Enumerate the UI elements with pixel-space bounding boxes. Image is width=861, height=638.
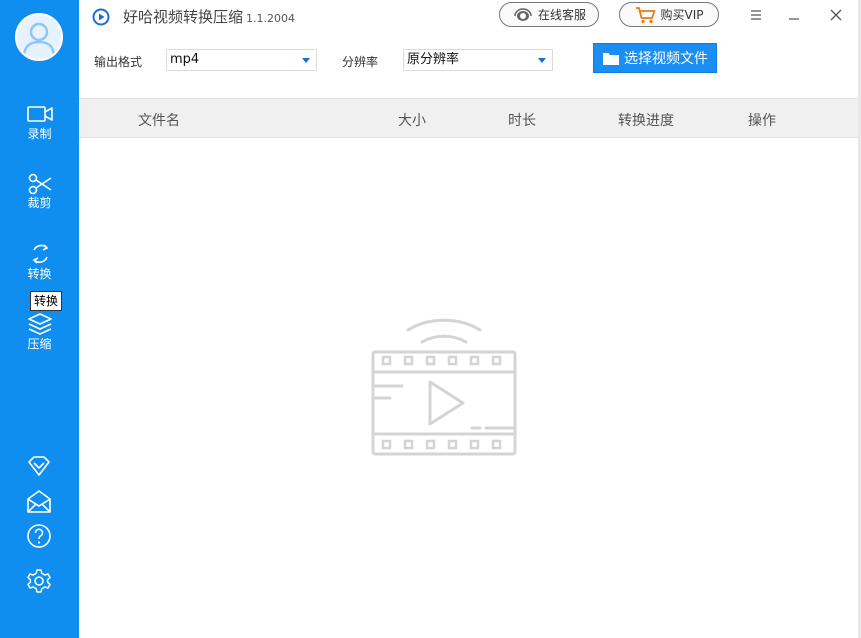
sidebar: 录制 裁剪 转换 压缩 <box>0 0 79 638</box>
resolution-select[interactable]: 原分辨率 <box>403 49 553 71</box>
help-button[interactable] <box>25 522 53 550</box>
select-video-file-label: 选择视频文件 <box>624 51 708 67</box>
gear-icon <box>27 569 51 593</box>
scissors-icon <box>28 173 51 195</box>
sidebar-item-compress[interactable]: 压缩 <box>0 312 79 362</box>
help-icon <box>27 524 51 548</box>
headset-icon <box>514 7 532 21</box>
chevron-down-icon <box>538 58 546 63</box>
output-format-label: 输出格式 <box>94 55 143 69</box>
online-support-button[interactable]: 在线客服 <box>499 2 599 27</box>
app-version: 1.1.2004 <box>246 12 295 25</box>
messages-button[interactable] <box>25 488 53 516</box>
layers-icon <box>27 313 52 335</box>
select-video-file-button[interactable]: 选择视频文件 <box>593 43 717 73</box>
app-title: 好哈视频转换压缩 1.1.2004 <box>123 6 295 27</box>
envelope-icon <box>27 490 51 513</box>
menu-button[interactable] <box>744 4 768 26</box>
column-header-progress: 转换进度 <box>618 113 674 129</box>
shopping-cart-icon <box>635 6 655 23</box>
sidebar-item-trim[interactable]: 裁剪 <box>0 173 79 223</box>
convert-icon <box>32 244 48 264</box>
output-format-value: mp4 <box>170 52 200 67</box>
vip-diamond-button[interactable] <box>25 452 53 480</box>
app-title-text: 好哈视频转换压缩 <box>123 8 244 26</box>
column-header-actions: 操作 <box>748 113 776 129</box>
minimize-button[interactable] <box>782 4 806 26</box>
close-icon <box>830 9 842 21</box>
column-header-filename: 文件名 <box>138 113 180 129</box>
sidebar-item-label: 转换 <box>27 267 52 281</box>
app-logo-icon <box>92 8 110 26</box>
diamond-icon <box>28 456 50 476</box>
output-format-select[interactable]: mp4 <box>166 49 317 71</box>
sidebar-item-label: 压缩 <box>27 337 52 351</box>
sidebar-item-convert[interactable]: 转换 <box>0 242 79 292</box>
buy-vip-label: 购买VIP <box>660 8 704 22</box>
resolution-value: 原分辨率 <box>407 52 460 67</box>
close-button[interactable] <box>824 4 848 26</box>
video-camera-icon <box>26 106 53 122</box>
resolution-label: 分辨率 <box>342 55 379 69</box>
column-header-duration: 时长 <box>508 113 536 129</box>
column-header-size: 大小 <box>398 113 426 129</box>
sidebar-item-record[interactable]: 录制 <box>0 104 79 154</box>
folder-icon <box>603 52 619 65</box>
chevron-down-icon <box>302 58 310 63</box>
online-support-label: 在线客服 <box>537 8 586 22</box>
buy-vip-button[interactable]: 购买VIP <box>619 2 719 27</box>
user-avatar-icon <box>22 22 56 56</box>
file-table-header: 文件名 大小 时长 转换进度 操作 <box>79 98 858 138</box>
menu-icon <box>751 10 761 20</box>
sidebar-item-label: 裁剪 <box>27 196 52 210</box>
empty-video-illustration-icon <box>371 318 517 456</box>
sidebar-item-label: 录制 <box>27 127 52 141</box>
minimize-icon <box>789 18 799 20</box>
tooltip: 转换 <box>30 291 63 311</box>
settings-button[interactable] <box>25 567 53 595</box>
user-avatar[interactable] <box>15 13 63 61</box>
